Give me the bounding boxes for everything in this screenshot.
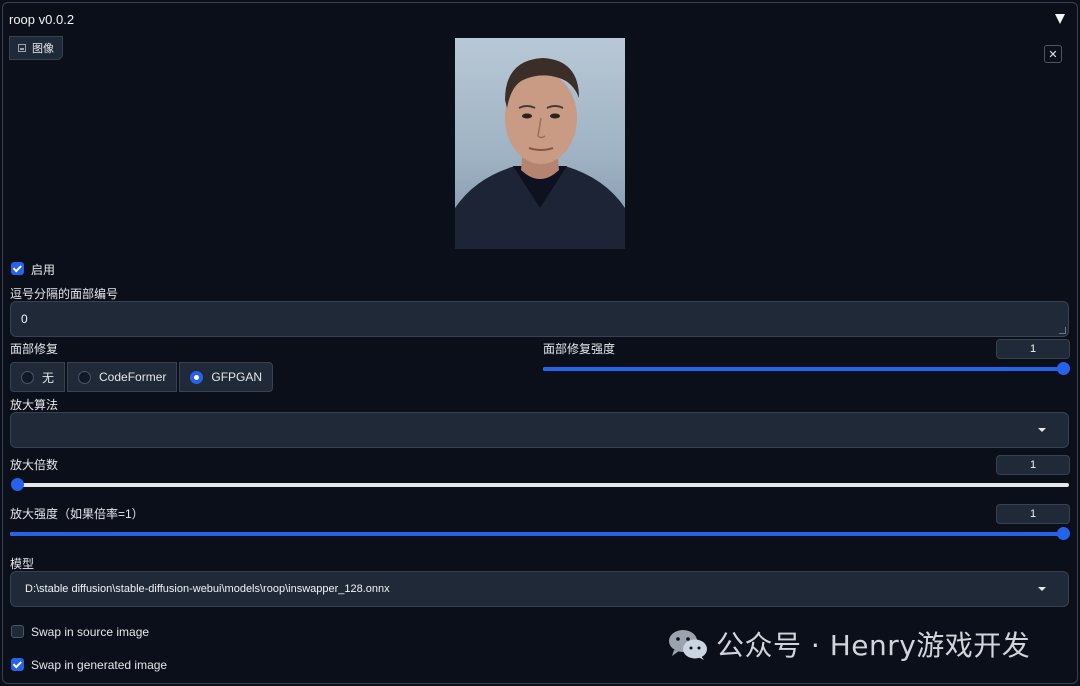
upscale-factor-slider[interactable] (11, 478, 1069, 492)
image-tab[interactable]: 图像 (9, 36, 63, 60)
slider-thumb[interactable] (1057, 527, 1070, 540)
close-icon: ✕ (1048, 48, 1058, 61)
model-dropdown[interactable]: D:\stable diffusion\stable-diffusion-web… (10, 571, 1069, 607)
radio-selected-icon (190, 370, 204, 384)
model-value: D:\stable diffusion\stable-diffusion-web… (25, 583, 390, 595)
upscaler-dropdown[interactable] (10, 412, 1069, 448)
chevron-down-icon (1038, 428, 1046, 432)
radio-label: 无 (42, 370, 55, 385)
wechat-icon (669, 630, 707, 660)
face-restore-option-gfpgan[interactable]: GFPGAN (179, 362, 274, 392)
face-index-input[interactable]: 0 (10, 301, 1069, 337)
image-tab-label: 图像 (32, 43, 54, 55)
slider-track (17, 483, 1069, 487)
enable-label: 启用 (31, 263, 56, 277)
swap-generated-checkbox[interactable] (11, 658, 24, 671)
upscale-factor-input[interactable]: 1 (996, 455, 1070, 475)
radio-icon (78, 370, 92, 384)
face-restore-strength-slider[interactable] (543, 362, 1070, 376)
image-icon (18, 44, 26, 52)
model-label: 模型 (10, 557, 35, 571)
panel-title: roop v0.0.2 (9, 12, 75, 27)
radio-label: GFPGAN (211, 370, 263, 384)
swap-source-checkbox[interactable] (11, 625, 24, 638)
radio-label: CodeFormer (99, 370, 167, 384)
watermark: 公众号 · Henry游戏开发 (668, 624, 1030, 664)
face-restore-strength-input[interactable]: 1 (996, 339, 1070, 359)
enable-checkbox[interactable] (11, 262, 24, 275)
clear-image-button[interactable]: ✕ (1044, 45, 1062, 63)
face-index-value: 0 (21, 312, 28, 326)
slider-thumb[interactable] (11, 478, 24, 491)
face-restore-radio-group: 无 CodeFormer GFPGAN (10, 362, 274, 392)
face-restore-strength-label: 面部修复强度 (543, 342, 616, 356)
swap-generated-label: Swap in generated image (31, 658, 168, 672)
slider-fill (10, 532, 1063, 536)
face-index-label: 逗号分隔的面部编号 (10, 287, 119, 301)
resize-grip-icon[interactable] (1059, 327, 1066, 334)
slider-thumb[interactable] (1057, 362, 1070, 375)
radio-icon (21, 370, 34, 384)
upscale-factor-label: 放大倍数 (10, 458, 59, 472)
chevron-down-icon (1038, 587, 1046, 591)
collapse-triangle-icon[interactable] (1055, 14, 1065, 24)
face-restore-label: 面部修复 (10, 342, 59, 356)
upscale-strength-slider[interactable] (10, 527, 1070, 541)
source-face-image (455, 38, 625, 249)
upscale-strength-input[interactable]: 1 (996, 504, 1070, 524)
watermark-text: 公众号 · Henry游戏开发 (716, 629, 1031, 662)
swap-source-label: Swap in source image (31, 625, 150, 639)
upscale-strength-label: 放大强度（如果倍率=1） (10, 507, 144, 521)
face-restore-option-none[interactable]: 无 (10, 362, 66, 392)
face-restore-option-codeformer[interactable]: CodeFormer (67, 362, 178, 392)
slider-fill (543, 367, 1063, 371)
upscaler-label: 放大算法 (10, 398, 59, 412)
